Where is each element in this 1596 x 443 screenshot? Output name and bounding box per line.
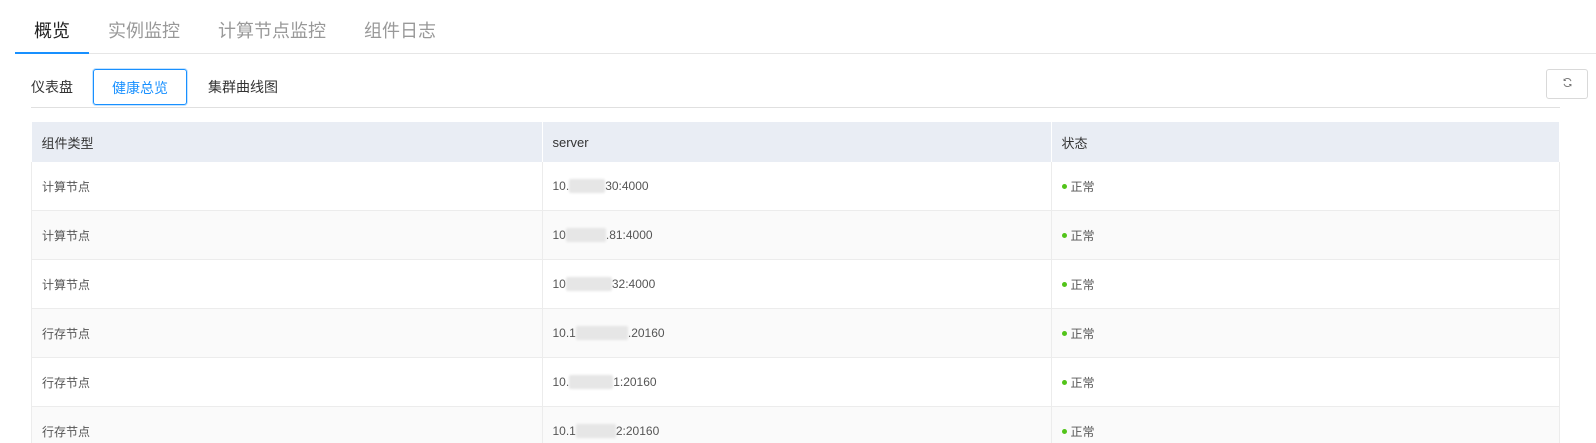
server-suffix: .20160 xyxy=(627,325,665,340)
refresh-button[interactable] xyxy=(1546,69,1588,99)
status-dot-icon xyxy=(1061,379,1067,385)
status-dot-icon xyxy=(1061,428,1067,434)
cell-server: 10. 1:20160 xyxy=(542,357,1052,407)
page: 概览 实例监控 计算节点监控 组件日志 仪表盘 健康总览 集群曲线图 组件类型 … xyxy=(0,0,1596,443)
subtab-cluster-curves[interactable]: 集群曲线图 xyxy=(198,69,288,105)
tab-instance-monitor[interactable]: 实例监控 xyxy=(89,1,199,53)
cell-component-type: 计算节点 xyxy=(31,162,543,211)
status-text: 正常 xyxy=(1070,179,1095,194)
server-suffix: 30:4000 xyxy=(605,178,649,193)
table-row: 计算节点 10 .81:4000 正常 xyxy=(31,210,1560,260)
status-text: 正常 xyxy=(1070,375,1095,390)
server-suffix: .81:4000 xyxy=(605,227,653,242)
tab-component-logs[interactable]: 组件日志 xyxy=(345,1,455,53)
redacted-block xyxy=(569,179,606,194)
server-suffix: 1:20160 xyxy=(613,374,657,389)
server-prefix: 10. xyxy=(552,374,570,389)
header-status: 状态 xyxy=(1051,122,1560,162)
status-dot-icon xyxy=(1061,183,1067,189)
server-prefix: 10 xyxy=(552,276,566,291)
table-header-row: 组件类型 server 状态 xyxy=(31,122,1560,162)
status-dot-icon xyxy=(1061,281,1067,287)
redacted-block xyxy=(565,277,612,292)
server-suffix: 32:4000 xyxy=(611,276,656,291)
cell-server: 10 .81:4000 xyxy=(542,210,1052,260)
redacted-block xyxy=(575,424,616,439)
subtab-health-overview[interactable]: 健康总览 xyxy=(93,69,187,105)
redacted-block xyxy=(565,228,606,243)
status-text: 正常 xyxy=(1070,424,1095,439)
cell-status: 正常 xyxy=(1051,357,1560,407)
cell-server: 10. 30:4000 xyxy=(542,162,1052,211)
status-dot-icon xyxy=(1061,232,1067,238)
redacted-block xyxy=(575,326,628,341)
cell-status: 正常 xyxy=(1051,162,1560,211)
table-row: 行存节点 10.1 .20160 正常 xyxy=(31,308,1560,358)
cell-server: 10.1 .20160 xyxy=(542,308,1052,358)
top-tab-bar: 概览 实例监控 计算节点监控 组件日志 xyxy=(15,0,1596,54)
cell-server: 10.1 2:20160 xyxy=(542,406,1052,443)
tab-compute-node-monitor[interactable]: 计算节点监控 xyxy=(199,1,345,53)
server-prefix: 10. xyxy=(552,178,570,193)
sub-tab-bar: 仪表盘 健康总览 集群曲线图 xyxy=(31,69,1560,108)
cell-status: 正常 xyxy=(1051,259,1560,309)
table-row: 行存节点 10.1 2:20160 正常 xyxy=(31,406,1560,443)
redacted-block xyxy=(569,375,614,390)
header-server: server xyxy=(542,122,1052,162)
status-dot-icon xyxy=(1061,330,1067,336)
status-text: 正常 xyxy=(1070,277,1095,292)
cell-status: 正常 xyxy=(1051,308,1560,358)
header-component-type: 组件类型 xyxy=(31,122,543,162)
cell-component-type: 行存节点 xyxy=(31,357,543,407)
refresh-icon xyxy=(1562,75,1573,93)
subtab-dashboard[interactable]: 仪表盘 xyxy=(31,69,83,105)
server-prefix: 10.1 xyxy=(552,423,576,438)
tab-overview[interactable]: 概览 xyxy=(15,1,89,54)
status-text: 正常 xyxy=(1070,326,1095,341)
health-table: 组件类型 server 状态 计算节点 10. 30:4000 正常 计算节点 1… xyxy=(31,122,1560,443)
server-prefix: 10 xyxy=(552,227,566,242)
cell-component-type: 计算节点 xyxy=(31,210,543,260)
cell-status: 正常 xyxy=(1051,210,1560,260)
server-prefix: 10.1 xyxy=(552,325,576,340)
table-row: 行存节点 10. 1:20160 正常 xyxy=(31,357,1560,407)
server-suffix: 2:20160 xyxy=(615,423,660,438)
table-row: 计算节点 10 32:4000 正常 xyxy=(31,259,1560,309)
cell-component-type: 计算节点 xyxy=(31,259,543,309)
cell-component-type: 行存节点 xyxy=(31,308,543,358)
cell-component-type: 行存节点 xyxy=(31,406,543,443)
cell-server: 10 32:4000 xyxy=(542,259,1052,309)
table-row: 计算节点 10. 30:4000 正常 xyxy=(31,162,1560,211)
cell-status: 正常 xyxy=(1051,406,1560,443)
status-text: 正常 xyxy=(1070,228,1095,243)
